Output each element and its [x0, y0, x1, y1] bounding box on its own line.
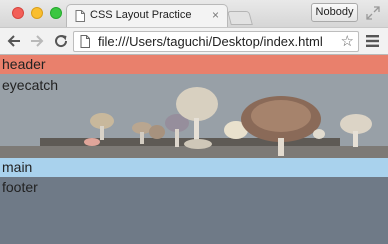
- address-bar[interactable]: file:///Users/taguchi/Desktop/index.html…: [73, 31, 359, 52]
- url-text[interactable]: file:///Users/taguchi/Desktop/index.html: [98, 34, 323, 49]
- browser-toolbar: file:///Users/taguchi/Desktop/index.html…: [0, 27, 388, 55]
- sea-urchin-photo: [0, 74, 388, 158]
- new-tab-button[interactable]: [227, 11, 253, 25]
- tab-close-icon[interactable]: ×: [212, 8, 219, 22]
- minimize-window-button[interactable]: [31, 7, 43, 19]
- forward-arrow-icon[interactable]: [29, 33, 45, 49]
- fullscreen-icon[interactable]: [366, 6, 380, 20]
- bookmark-star-icon[interactable]: ☆: [341, 33, 354, 50]
- eyecatch-section: eyecatch: [0, 74, 388, 158]
- header-section: header: [0, 55, 388, 74]
- close-window-button[interactable]: [12, 7, 24, 19]
- back-arrow-icon[interactable]: [6, 33, 22, 49]
- page-viewport: header eyecatch main footer: [0, 55, 388, 244]
- page-icon: [80, 35, 90, 48]
- reload-icon[interactable]: [53, 33, 69, 49]
- document-icon: [75, 10, 85, 22]
- zoom-window-button[interactable]: [50, 7, 62, 19]
- profile-button[interactable]: Nobody: [311, 3, 358, 22]
- tab-title: CSS Layout Practice: [90, 9, 192, 21]
- eyecatch-label: eyecatch: [2, 77, 59, 93]
- menu-icon[interactable]: [366, 35, 379, 47]
- browser-tab[interactable]: CSS Layout Practice ×: [66, 4, 228, 28]
- main-section: main: [0, 158, 388, 177]
- footer-section: footer: [0, 177, 388, 244]
- window-titlebar: CSS Layout Practice × Nobody: [0, 0, 388, 28]
